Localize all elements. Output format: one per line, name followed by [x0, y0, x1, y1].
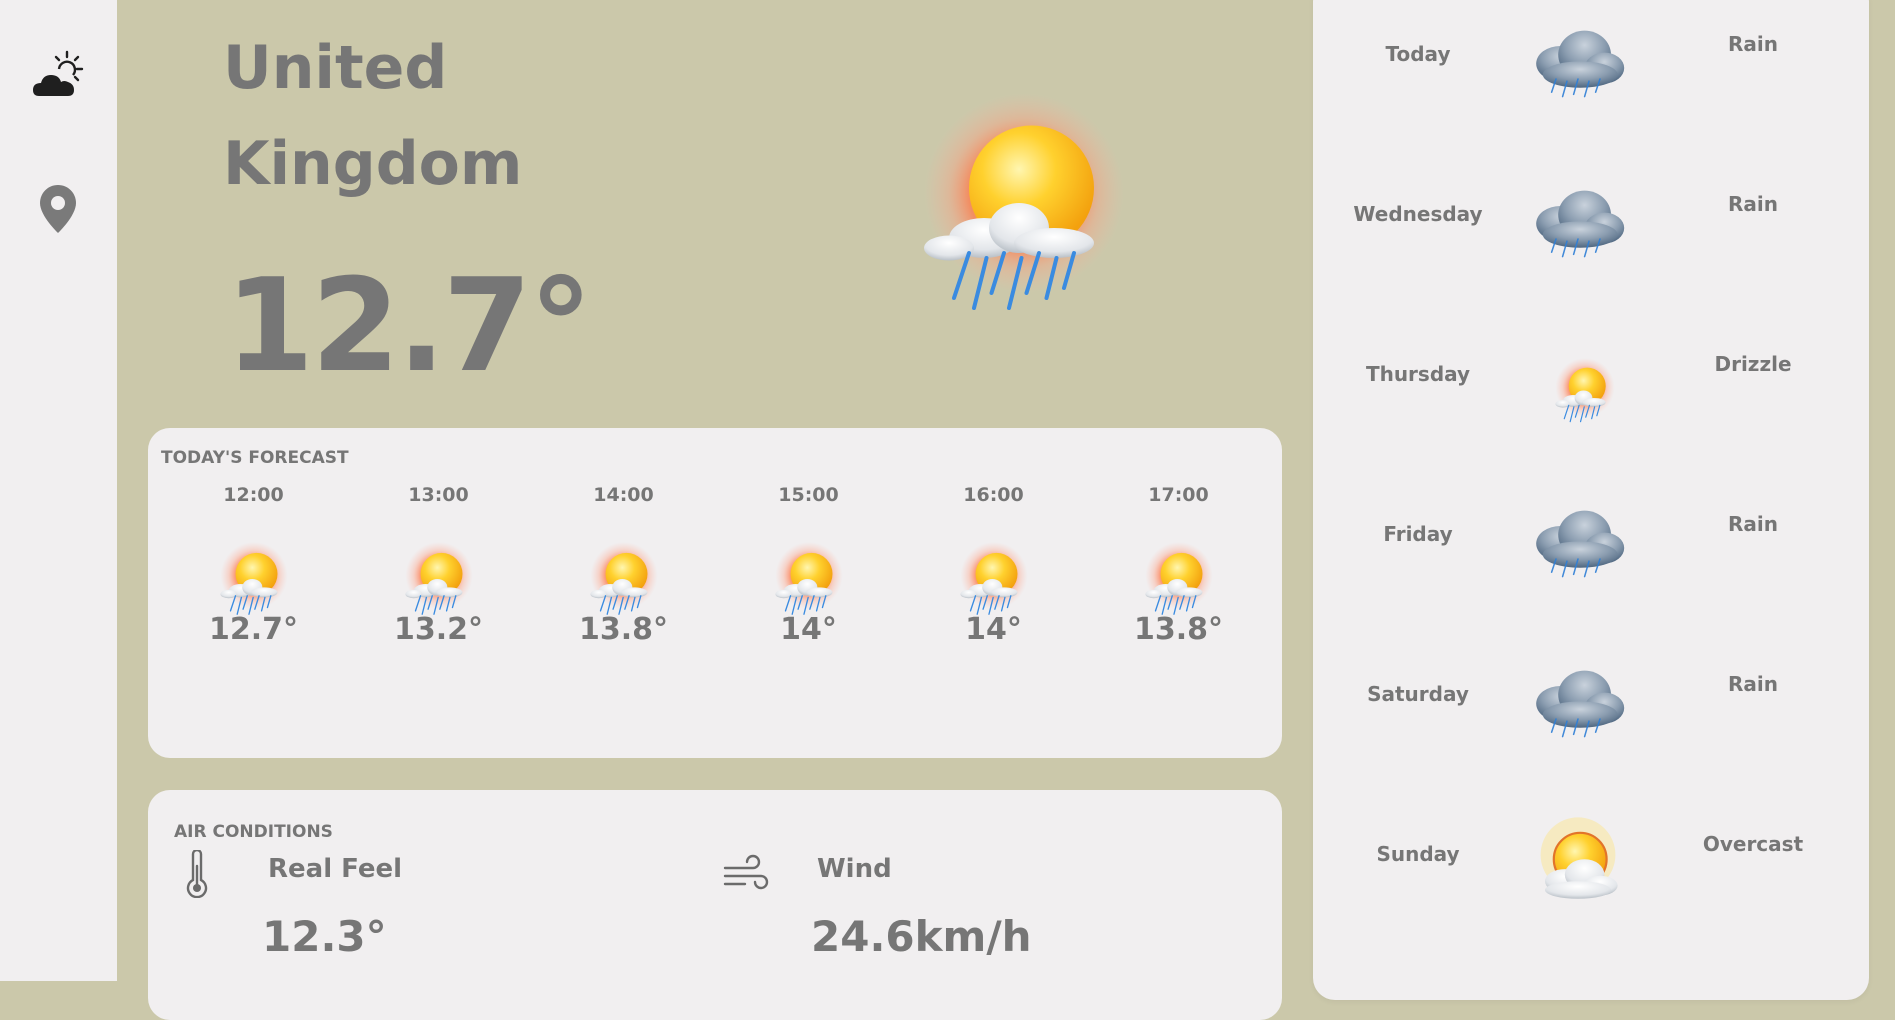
- city-name: United Kingdom: [223, 33, 523, 199]
- hourly-forecast-item: 13:00 13.2°: [346, 484, 531, 734]
- weekly-forecast-row: Today Rain: [1313, 8, 1869, 128]
- hour-temperature: 14°: [780, 612, 837, 647]
- hour-time: 15:00: [778, 484, 839, 506]
- weather-logo-icon[interactable]: [30, 46, 86, 102]
- wind-icon: [723, 854, 769, 890]
- rain-cloud-icon: [1535, 29, 1625, 98]
- hour-temperature: 13.8°: [1133, 612, 1224, 647]
- main-panel: United Kingdom 12.7° TODAY'S FORECAST 12…: [117, 0, 1313, 1020]
- weekly-forecast-row: Wednesday Rain: [1313, 168, 1869, 288]
- todays-forecast-card: TODAY'S FORECAST 12:00 12.7° 13:00 13.2°…: [148, 428, 1282, 758]
- air-conditions-card: AIR CONDITIONS Real Feel 12.3° Wind 24.6…: [148, 790, 1282, 1020]
- hour-time: 12:00: [223, 484, 284, 506]
- hour-time: 17:00: [1148, 484, 1209, 506]
- day-condition: Rain: [1728, 32, 1778, 56]
- day-name: Wednesday: [1353, 202, 1483, 226]
- day-condition: Rain: [1728, 192, 1778, 216]
- real-feel-label: Real Feel: [268, 854, 403, 884]
- sun-cloud-rain-icon: [922, 91, 1126, 310]
- hourly-forecast-item: 16:00 14°: [901, 484, 1086, 734]
- wind-label: Wind: [817, 854, 892, 884]
- sun-cloud-rain-icon: [1554, 358, 1616, 423]
- rain-cloud-icon: [1535, 509, 1625, 578]
- current-temperature: 12.7°: [225, 252, 593, 401]
- weekly-forecast-row: Friday Rain: [1313, 488, 1869, 608]
- wind-value: 24.6km/h: [811, 912, 1032, 961]
- weekly-forecast-row: Saturday Rain: [1313, 648, 1869, 768]
- hour-time: 13:00: [408, 484, 469, 506]
- todays-forecast-title: TODAY'S FORECAST: [161, 448, 349, 468]
- overcast-icon: [1539, 816, 1619, 900]
- hour-time: 16:00: [963, 484, 1024, 506]
- day-name: Today: [1385, 42, 1451, 66]
- rain-cloud-icon: [1535, 189, 1625, 258]
- day-condition: Rain: [1728, 672, 1778, 696]
- hourly-forecast-item: 12:00 12.7°: [161, 484, 346, 734]
- sidebar: [0, 0, 117, 981]
- hourly-forecast-item: 14:00 13.8°: [531, 484, 716, 734]
- rain-cloud-icon: [1535, 669, 1625, 738]
- hour-temperature: 14°: [965, 612, 1022, 647]
- hour-temperature: 13.2°: [393, 612, 484, 647]
- day-condition: Drizzle: [1714, 352, 1792, 376]
- weekly-forecast-row: Thursday Drizzle: [1313, 328, 1869, 448]
- day-name: Friday: [1383, 522, 1453, 546]
- weekly-forecast-row: Sunday Overcast: [1313, 808, 1869, 928]
- weekly-forecast-panel: Today Rain Wednesday Rain Thursday Drizz…: [1313, 0, 1869, 1000]
- day-name: Saturday: [1367, 682, 1469, 706]
- real-feel-value: 12.3°: [262, 912, 387, 961]
- wind-item: Wind 24.6km/h: [723, 850, 1223, 1020]
- hour-temperature: 12.7°: [208, 612, 299, 647]
- day-condition: Rain: [1728, 512, 1778, 536]
- air-conditions-title: AIR CONDITIONS: [174, 822, 333, 842]
- day-name: Sunday: [1376, 842, 1460, 866]
- hourly-forecast-item: 17:00 13.8°: [1086, 484, 1271, 734]
- day-condition: Overcast: [1702, 832, 1804, 856]
- location-pin-icon[interactable]: [30, 181, 86, 237]
- hour-time: 14:00: [593, 484, 654, 506]
- hourly-forecast-item: 15:00 14°: [716, 484, 901, 734]
- real-feel-item: Real Feel 12.3°: [174, 850, 674, 1020]
- day-name: Thursday: [1365, 362, 1471, 386]
- hour-temperature: 13.8°: [578, 612, 669, 647]
- thermometer-icon: [186, 850, 208, 898]
